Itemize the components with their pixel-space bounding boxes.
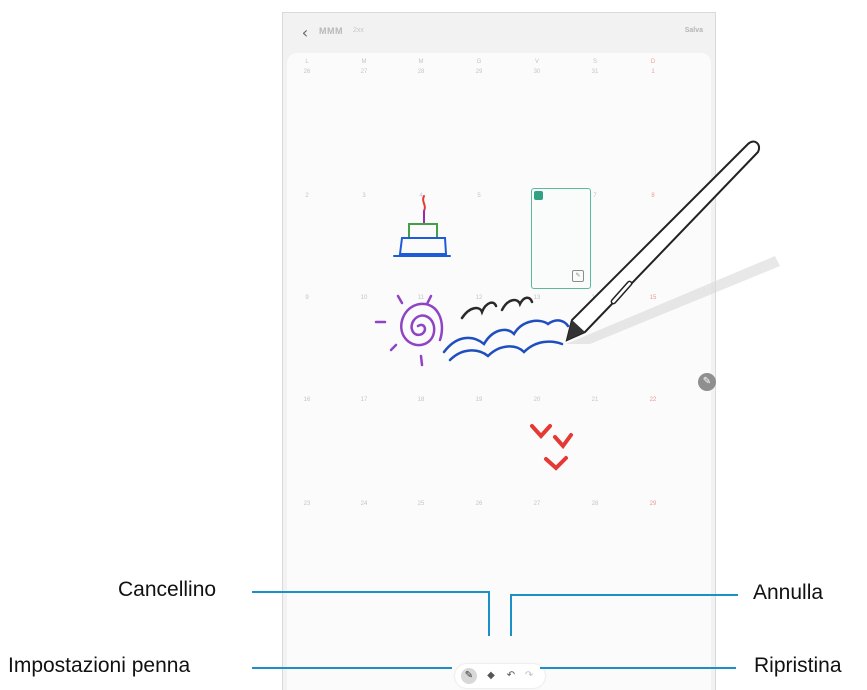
cake-drawing — [393, 195, 451, 257]
redo-leader-line — [540, 667, 736, 669]
sun-drawing — [374, 294, 444, 367]
eraser-leader-line — [252, 591, 490, 593]
undo-leader-line-v — [510, 594, 512, 636]
waves-drawing — [442, 319, 570, 362]
hearts-drawing — [530, 424, 573, 471]
undo-leader-line — [510, 594, 738, 596]
pen-leader-line — [252, 667, 452, 669]
eraser-callout: Cancellino — [118, 578, 217, 601]
undo-callout: Annulla — [753, 581, 824, 604]
pen-settings-callout: Impostazioni penna — [8, 654, 191, 677]
eraser-leader-line-v — [488, 591, 490, 636]
redo-callout: Ripristina — [754, 654, 842, 677]
birds-drawing — [460, 296, 534, 320]
